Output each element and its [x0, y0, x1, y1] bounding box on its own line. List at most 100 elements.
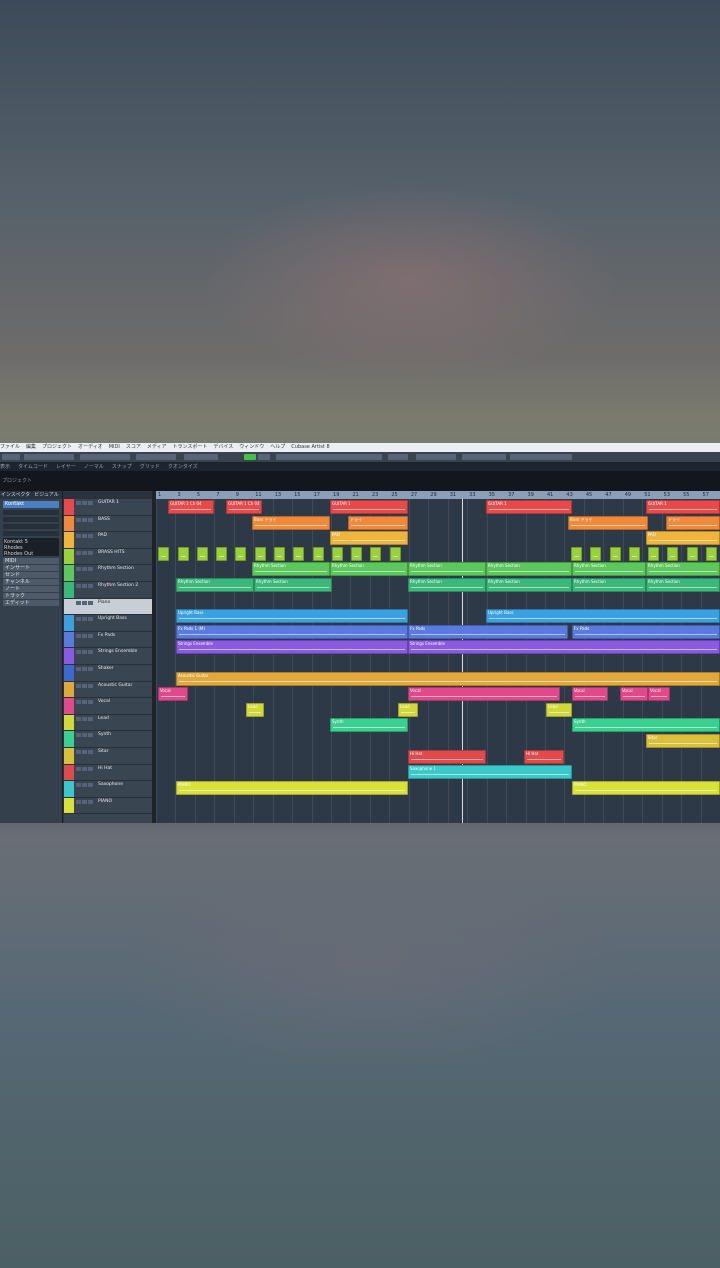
event-clip[interactable]: ドライ	[348, 515, 408, 530]
event-clip[interactable]: Rhythm Section	[408, 562, 486, 577]
event-clip-hit[interactable]	[648, 546, 659, 561]
track-button[interactable]	[82, 666, 87, 671]
event-clip[interactable]: Vocal	[648, 687, 670, 702]
track-button[interactable]	[88, 517, 93, 522]
event-clip[interactable]: Acoustic Guitar	[176, 671, 720, 686]
track-header[interactable]: Rhythm Section 2	[64, 581, 152, 599]
event-clip-hit[interactable]	[629, 546, 640, 561]
track-button[interactable]	[76, 583, 81, 588]
event-clip[interactable]: Rhythm Section	[646, 562, 720, 577]
event-clip[interactable]: Strings Ensemble	[408, 640, 720, 655]
event-clip[interactable]: Saxophone 1	[408, 765, 572, 780]
track-header[interactable]: BRASS HITS	[64, 548, 152, 566]
event-clip[interactable]: PAD	[330, 531, 408, 546]
play-button[interactable]	[244, 454, 256, 460]
track-button[interactable]	[76, 650, 81, 655]
track-name[interactable]: Hi Hat	[98, 766, 112, 771]
track-button[interactable]	[82, 700, 87, 705]
track-button[interactable]	[82, 766, 87, 771]
track-button[interactable]	[88, 766, 93, 771]
event-clip-hit[interactable]	[706, 546, 717, 561]
track-button[interactable]	[82, 633, 87, 638]
track-button[interactable]	[82, 749, 87, 754]
event-clip-hit[interactable]	[667, 546, 678, 561]
menu-item[interactable]: トランスポート	[173, 444, 208, 450]
event-clip[interactable]: PIANO	[176, 780, 408, 795]
track-button[interactable]	[76, 517, 81, 522]
track-button[interactable]	[76, 501, 81, 505]
toolbar-edit-mode[interactable]	[24, 454, 74, 460]
event-clip[interactable]: Upright Bass	[486, 609, 720, 624]
event-clip-hit[interactable]	[197, 546, 208, 561]
event-clip[interactable]: Fx Pads	[408, 624, 568, 639]
track-button[interactable]	[82, 534, 87, 539]
track-button[interactable]	[88, 700, 93, 705]
inspector-delay[interactable]	[3, 531, 59, 536]
track-name[interactable]: BRASS HITS	[98, 550, 125, 555]
track-button[interactable]	[88, 600, 93, 605]
track-button[interactable]	[82, 733, 87, 738]
menu-item[interactable]: 編集	[26, 444, 36, 450]
inspector-section[interactable]: トラック	[3, 593, 59, 599]
inspector-section[interactable]: チャンネル	[3, 579, 59, 585]
inspector-section[interactable]: MIDI	[3, 558, 59, 564]
event-clip-hit[interactable]	[274, 546, 285, 561]
track-button[interactable]	[76, 683, 81, 688]
ruler[interactable]: 1 3 5 7 9 11 13 15 17 19 21 23 25 27 29 31 33 35 37 39 41 43 4…	[156, 491, 720, 499]
toolbar-tools[interactable]	[276, 454, 382, 460]
inspector-record-controls[interactable]	[3, 510, 59, 515]
toolbar-search[interactable]	[510, 454, 572, 460]
track-name[interactable]: Rhythm Section	[98, 566, 134, 571]
event-clip[interactable]: Fx Pads	[572, 624, 720, 639]
event-clip[interactable]: Lead	[546, 702, 572, 717]
toolbar-color[interactable]	[388, 454, 408, 460]
inspector-track-name[interactable]: Kontakt	[3, 501, 59, 508]
track-name[interactable]: Strings Ensemble	[98, 649, 137, 654]
event-clip[interactable]: GUITAR 1 Ch 04	[168, 500, 214, 514]
info-field[interactable]: グリッド	[140, 464, 160, 470]
track-header[interactable]: Hi Hat	[64, 764, 152, 782]
track-button[interactable]	[88, 617, 93, 622]
track-button[interactable]	[88, 633, 93, 638]
track-name[interactable]: Vocal	[98, 699, 110, 704]
track-button[interactable]	[76, 700, 81, 705]
menu-item[interactable]: プロジェクト	[42, 444, 72, 450]
event-clip[interactable]: Rhythm Section	[176, 578, 254, 592]
track-name[interactable]: Sitar	[98, 749, 108, 754]
track-name[interactable]: Upright Bass	[98, 616, 127, 621]
info-field[interactable]: 表示	[0, 464, 10, 470]
track-button[interactable]	[76, 633, 81, 638]
event-clip[interactable]: PAD	[646, 531, 720, 546]
menu-item[interactable]: MIDI	[109, 444, 120, 450]
event-clip-hit[interactable]	[571, 546, 582, 561]
event-clip[interactable]: Bass ドライ	[568, 515, 648, 530]
track-button[interactable]	[76, 799, 81, 804]
event-clip-hit[interactable]	[216, 546, 227, 561]
track-button[interactable]	[76, 567, 81, 572]
event-clip[interactable]: Hi Hat	[408, 749, 486, 764]
track-button[interactable]	[82, 550, 87, 555]
event-clip[interactable]: GUITAR 1 Ch 04	[226, 500, 262, 514]
event-clip[interactable]: Rhythm Section	[254, 578, 332, 592]
track-button[interactable]	[82, 650, 87, 655]
menu-item[interactable]: デバイス	[213, 444, 233, 450]
info-field[interactable]: クオンタイズ	[168, 464, 198, 470]
track-button[interactable]	[82, 799, 87, 804]
track-name[interactable]: Fx Pads	[98, 633, 115, 638]
toolbar-quantize[interactable]	[462, 454, 506, 460]
event-clip[interactable]: Vocal	[572, 687, 608, 702]
track-name[interactable]: Piano	[98, 600, 110, 605]
toolbar-automation[interactable]	[80, 454, 130, 460]
event-clip-hit[interactable]	[610, 546, 621, 561]
track-button[interactable]	[76, 550, 81, 555]
track-button[interactable]	[88, 716, 93, 721]
track-button[interactable]	[82, 683, 87, 688]
info-field[interactable]: タイムコード	[18, 464, 48, 470]
track-button[interactable]	[76, 600, 81, 605]
event-clip[interactable]: Rhythm Section	[330, 562, 408, 577]
menu-item[interactable]: ウィンドウ	[239, 444, 264, 450]
track-header[interactable]: BASS	[64, 515, 152, 533]
track-header[interactable]: Sitar	[64, 747, 152, 765]
event-clip-hit[interactable]	[390, 546, 401, 561]
track-header[interactable]: Piano	[64, 598, 152, 616]
